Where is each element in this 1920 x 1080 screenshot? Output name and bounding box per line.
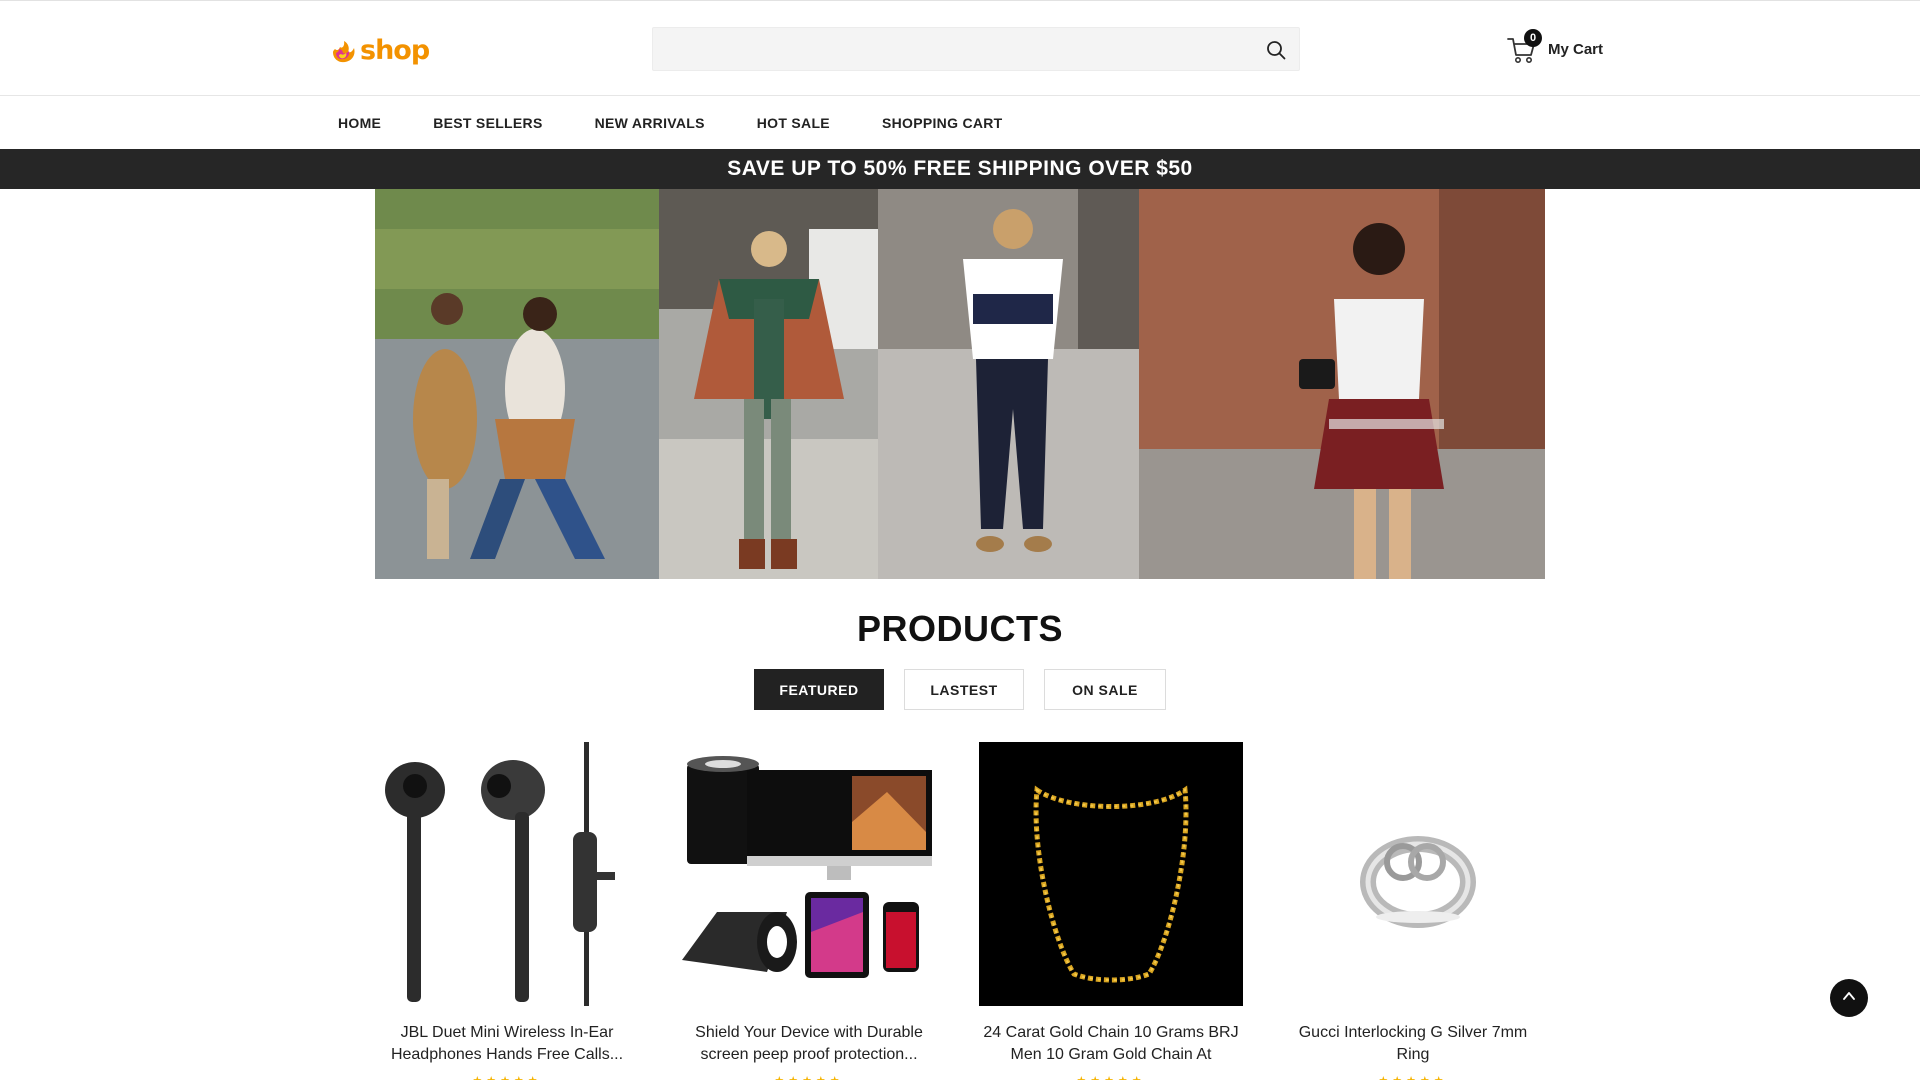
- nav-item-best-sellers[interactable]: BEST SELLERS: [433, 115, 542, 131]
- earphones-image[interactable]: [375, 742, 639, 1006]
- product-title[interactable]: Shield Your Device with Durable screen p…: [677, 1022, 941, 1066]
- tab-lastest[interactable]: LASTEST: [904, 669, 1024, 710]
- logo-text: shop: [360, 35, 430, 66]
- gold-chain-image[interactable]: [979, 742, 1243, 1006]
- flame-logo-icon: [330, 38, 358, 64]
- promo-text: SAVE UP TO 50% FREE SHIPPING OVER $50: [727, 157, 1193, 180]
- product-title[interactable]: Gucci Interlocking G Silver 7mm Ring: [1281, 1022, 1545, 1066]
- nav-item-hot-sale[interactable]: HOT SALE: [757, 115, 830, 131]
- product-card[interactable]: Shield Your Device with Durable screen p…: [677, 742, 941, 1080]
- product-title[interactable]: 24 Carat Gold Chain 10 Grams BRJ Men 10 …: [979, 1022, 1243, 1066]
- shopping-cart-icon: 0: [1506, 29, 1542, 65]
- nav-item-home[interactable]: HOME: [338, 115, 381, 131]
- chevron-up-icon: [1842, 989, 1856, 1008]
- cart-label: My Cart: [1548, 40, 1604, 58]
- product-title[interactable]: JBL Duet Mini Wireless In-Ear Headphones…: [375, 1022, 639, 1066]
- hero-image-plaid-poncho: [659, 189, 878, 579]
- tab-on-sale[interactable]: ON SALE: [1044, 669, 1166, 710]
- back-to-top-button[interactable]: [1830, 979, 1868, 1017]
- tab-featured[interactable]: FEATURED: [754, 669, 884, 710]
- product-card[interactable]: Gucci Interlocking G Silver 7mm Ring ★★★…: [1281, 742, 1545, 1080]
- product-card[interactable]: 24 Carat Gold Chain 10 Grams BRJ Men 10 …: [979, 742, 1243, 1080]
- privacy-film-image[interactable]: [677, 742, 941, 1006]
- shop-logo[interactable]: shop: [330, 35, 430, 67]
- rating-stars: ★★★★★: [979, 1074, 1243, 1080]
- rating-stars: ★★★★★: [375, 1074, 639, 1080]
- product-grid: JBL Duet Mini Wireless In-Ear Headphones…: [375, 742, 1545, 1080]
- promo-banner: SAVE UP TO 50% FREE SHIPPING OVER $50: [0, 149, 1920, 189]
- hero-image-street-walkers: [375, 189, 659, 579]
- site-header: shop 0 My Cart: [0, 0, 1920, 96]
- search-icon[interactable]: [1263, 37, 1289, 63]
- product-tabs: FEATURED LASTEST ON SALE: [754, 669, 1186, 710]
- silver-ring-image[interactable]: [1281, 742, 1545, 1006]
- hero-image-striped-tee: [878, 189, 1139, 579]
- nav-item-new-arrivals[interactable]: NEW ARRIVALS: [595, 115, 705, 131]
- hero-image-plaid-skirt: [1139, 189, 1545, 579]
- rating-stars: ★★★★★: [677, 1074, 941, 1080]
- my-cart-button[interactable]: 0 My Cart: [1506, 29, 1604, 67]
- search-input[interactable]: [653, 28, 1243, 70]
- products-heading: PRODUCTS: [856, 608, 1063, 649]
- hero-banner[interactable]: [375, 189, 1545, 579]
- rating-stars: ★★★★★: [1281, 1074, 1545, 1080]
- nav-item-shopping-cart[interactable]: SHOPPING CART: [882, 115, 1003, 131]
- search-bar: [652, 27, 1300, 71]
- cart-count-badge: 0: [1524, 29, 1542, 47]
- product-card[interactable]: JBL Duet Mini Wireless In-Ear Headphones…: [375, 742, 639, 1080]
- main-nav: HOME BEST SELLERS NEW ARRIVALS HOT SALE …: [0, 96, 1920, 149]
